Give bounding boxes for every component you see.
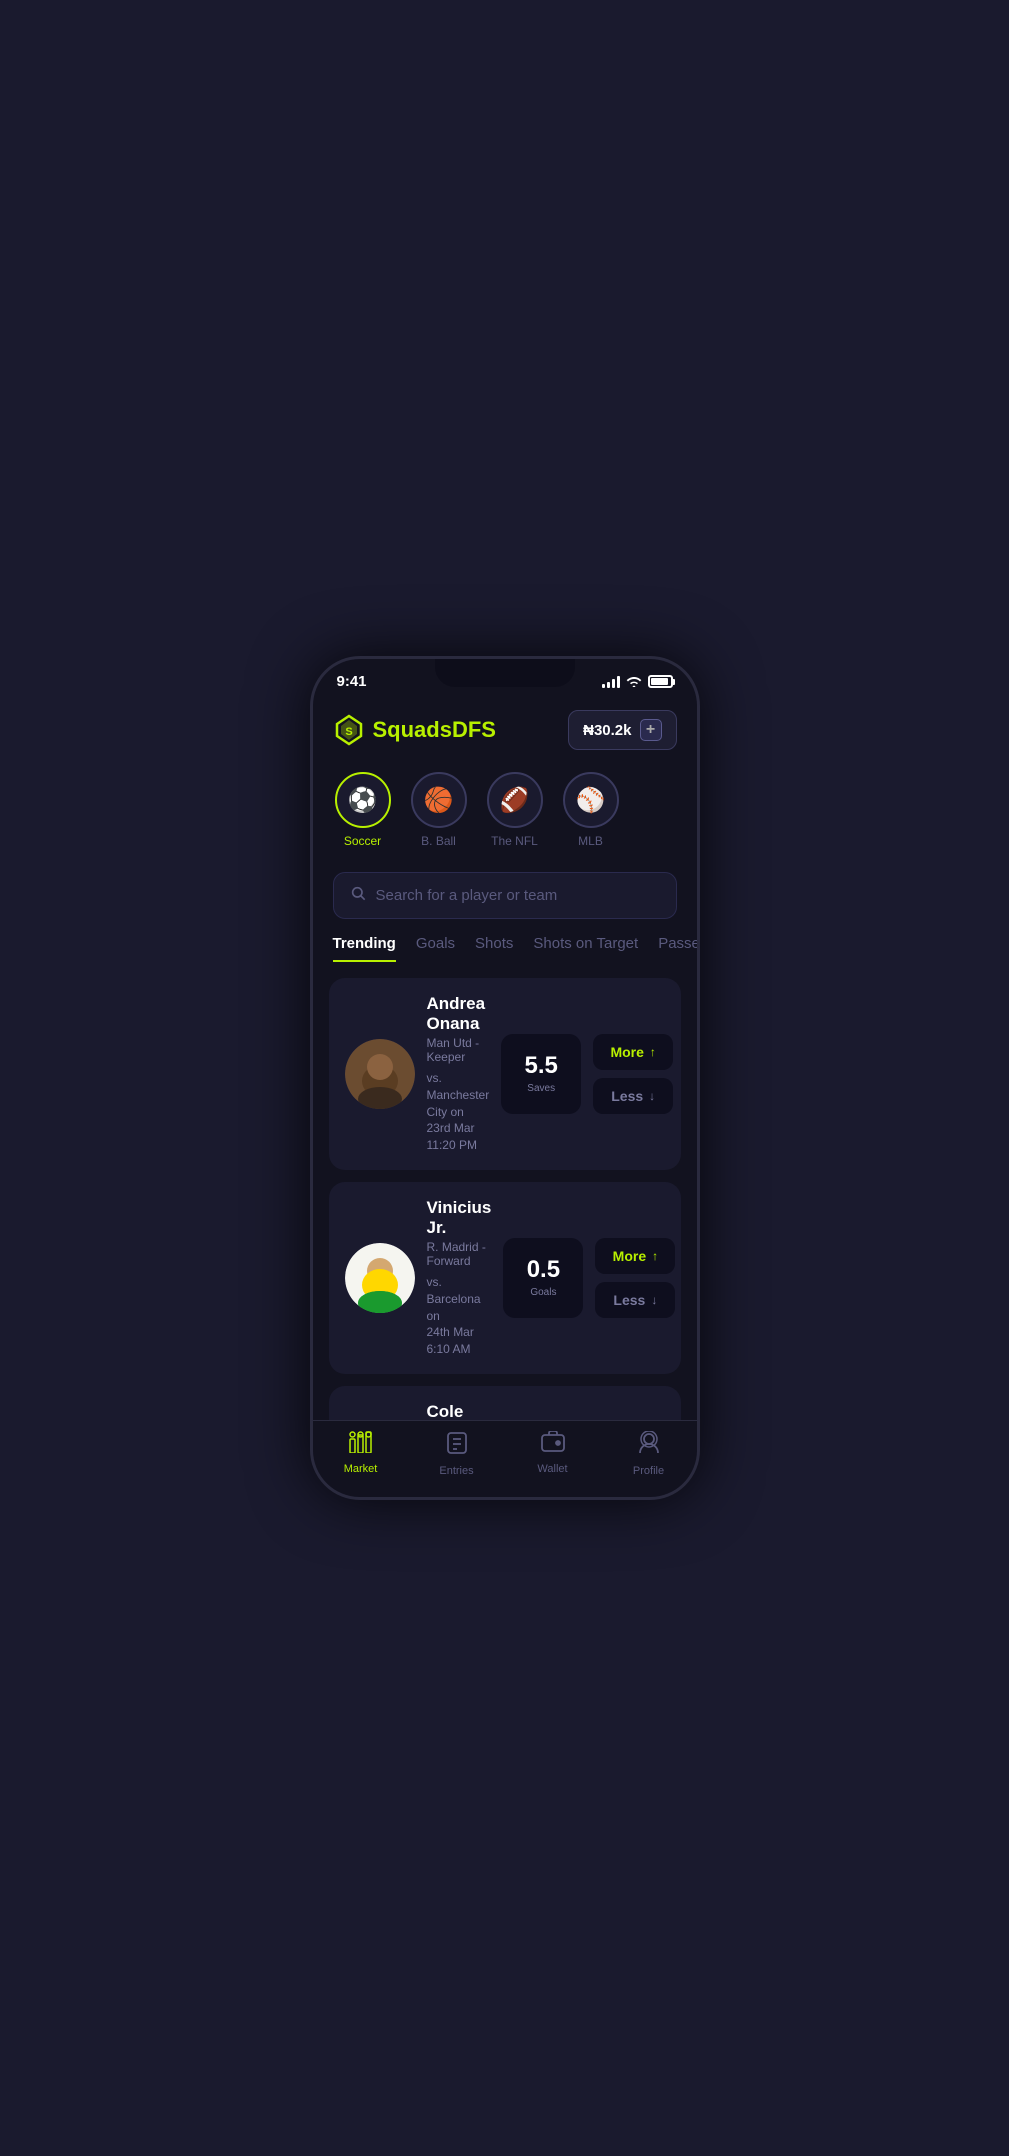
avatar-face-vinicius <box>345 1243 415 1313</box>
phone-screen: 9:41 <box>313 659 697 1497</box>
nfl-icon-circle: 🏈 <box>487 772 543 828</box>
more-button-onana[interactable]: More ↑ <box>593 1034 673 1070</box>
sport-tab-mlb[interactable]: ⚾ MLB <box>561 772 621 848</box>
filter-tab-shots[interactable]: Shots <box>475 935 513 962</box>
sport-tab-soccer[interactable]: ⚽ Soccer <box>333 772 393 848</box>
player-team-onana: Man Utd - Keeper <box>427 1036 490 1064</box>
status-icons <box>602 674 673 690</box>
phone-frame: 9:41 <box>310 656 700 1500</box>
less-button-onana[interactable]: Less ↓ <box>593 1078 673 1114</box>
logo: S SquadsDFS <box>333 714 496 746</box>
player-name-palmer: Cole Palmer <box>427 1402 484 1420</box>
basketball-label: B. Ball <box>421 834 456 848</box>
logo-text: SquadsDFS <box>373 717 496 743</box>
wallet-icon <box>541 1431 565 1459</box>
basketball-icon-circle: 🏀 <box>411 772 467 828</box>
stat-box-onana: 5.5 Saves <box>501 1034 581 1114</box>
add-funds-icon: + <box>640 719 662 741</box>
soccer-label: Soccer <box>344 834 381 848</box>
player-info-palmer: Cole Palmer Chelsea - Forward vs. Fulham… <box>427 1402 484 1420</box>
nfl-label: The NFL <box>491 834 538 848</box>
svg-text:S: S <box>345 726 352 738</box>
player-info-vinicius: Vinicius Jr. R. Madrid - Forward vs. Bar… <box>427 1198 492 1358</box>
avatar-onana <box>345 1039 415 1109</box>
player-cards-list: Andrea Onana Man Utd - Keeper vs. Manche… <box>313 978 697 1420</box>
balance-button[interactable]: ₦30.2k + <box>568 710 676 750</box>
player-name-onana: Andrea Onana <box>427 994 490 1034</box>
down-arrow-onana: ↓ <box>649 1089 655 1103</box>
player-card-palmer: Cole Palmer Chelsea - Forward vs. Fulham… <box>329 1386 681 1420</box>
logo-icon: S <box>333 714 365 746</box>
player-team-vinicius: R. Madrid - Forward <box>427 1240 492 1268</box>
balance-amount: ₦30.2k <box>583 722 631 739</box>
up-arrow-vinicius: ↑ <box>652 1249 658 1263</box>
nav-wallet[interactable]: Wallet <box>505 1431 601 1477</box>
nav-profile[interactable]: Profile <box>601 1431 697 1477</box>
player-match-onana: vs. Manchester City on23rd Mar 11:20 PM <box>427 1070 490 1154</box>
header: S SquadsDFS ₦30.2k + <box>313 698 697 762</box>
soccer-icon-circle: ⚽ <box>335 772 391 828</box>
filter-tabs: Trending Goals Shots Shots on Target Pas… <box>313 935 697 962</box>
filter-tab-passes[interactable]: Passes Attempt <box>658 935 696 962</box>
profile-icon <box>638 1431 660 1461</box>
search-icon <box>350 885 366 906</box>
stat-value-vinicius: 0.5 <box>527 1256 560 1284</box>
avatar-vinicius <box>345 1243 415 1313</box>
avatar-face-onana <box>345 1039 415 1109</box>
entries-label: Entries <box>439 1465 473 1477</box>
bottom-nav: Market Entries <box>313 1420 697 1497</box>
sport-tab-nfl[interactable]: 🏈 The NFL <box>485 772 545 848</box>
market-icon <box>349 1431 373 1459</box>
player-card-vinicius: Vinicius Jr. R. Madrid - Forward vs. Bar… <box>329 1182 681 1374</box>
filter-tab-shots-on-target[interactable]: Shots on Target <box>533 935 638 962</box>
mlb-label: MLB <box>578 834 603 848</box>
filter-tab-trending[interactable]: Trending <box>333 935 396 962</box>
nav-entries[interactable]: Entries <box>409 1431 505 1477</box>
stat-box-vinicius: 0.5 Goals <box>503 1238 583 1318</box>
player-info-onana: Andrea Onana Man Utd - Keeper vs. Manche… <box>427 994 490 1154</box>
more-less-vinicius: More ↑ Less ↓ <box>595 1238 675 1318</box>
mlb-icon-circle: ⚾ <box>563 772 619 828</box>
wallet-label: Wallet <box>537 1463 567 1475</box>
stat-label-vinicius: Goals <box>530 1286 556 1299</box>
market-label: Market <box>344 1463 378 1475</box>
search-placeholder: Search for a player or team <box>376 887 558 904</box>
profile-label: Profile <box>633 1465 664 1477</box>
nav-market[interactable]: Market <box>313 1431 409 1477</box>
wifi-icon <box>626 674 642 690</box>
search-bar[interactable]: Search for a player or team <box>333 872 677 919</box>
more-less-onana: More ↑ Less ↓ <box>593 1034 673 1114</box>
up-arrow-onana: ↑ <box>650 1045 656 1059</box>
filter-tab-goals[interactable]: Goals <box>416 935 455 962</box>
less-button-vinicius[interactable]: Less ↓ <box>595 1282 675 1318</box>
player-match-vinicius: vs. Barcelona on24th Mar 6:10 AM <box>427 1274 492 1358</box>
player-name-vinicius: Vinicius Jr. <box>427 1198 492 1238</box>
more-button-vinicius[interactable]: More ↑ <box>595 1238 675 1274</box>
battery-icon <box>648 675 673 688</box>
stat-label-onana: Saves <box>527 1082 555 1095</box>
status-time: 9:41 <box>337 673 367 690</box>
down-arrow-vinicius: ↓ <box>651 1293 657 1307</box>
sports-tabs: ⚽ Soccer 🏀 B. Ball 🏈 The NFL ⚾ MLB <box>313 762 697 864</box>
stat-value-onana: 5.5 <box>525 1052 558 1080</box>
main-scroll[interactable]: S SquadsDFS ₦30.2k + ⚽ Soccer <box>313 698 697 1420</box>
notch <box>435 659 575 687</box>
entries-icon <box>446 1431 468 1461</box>
signal-icon <box>602 676 620 688</box>
player-card-onana: Andrea Onana Man Utd - Keeper vs. Manche… <box>329 978 681 1170</box>
sport-tab-basketball[interactable]: 🏀 B. Ball <box>409 772 469 848</box>
